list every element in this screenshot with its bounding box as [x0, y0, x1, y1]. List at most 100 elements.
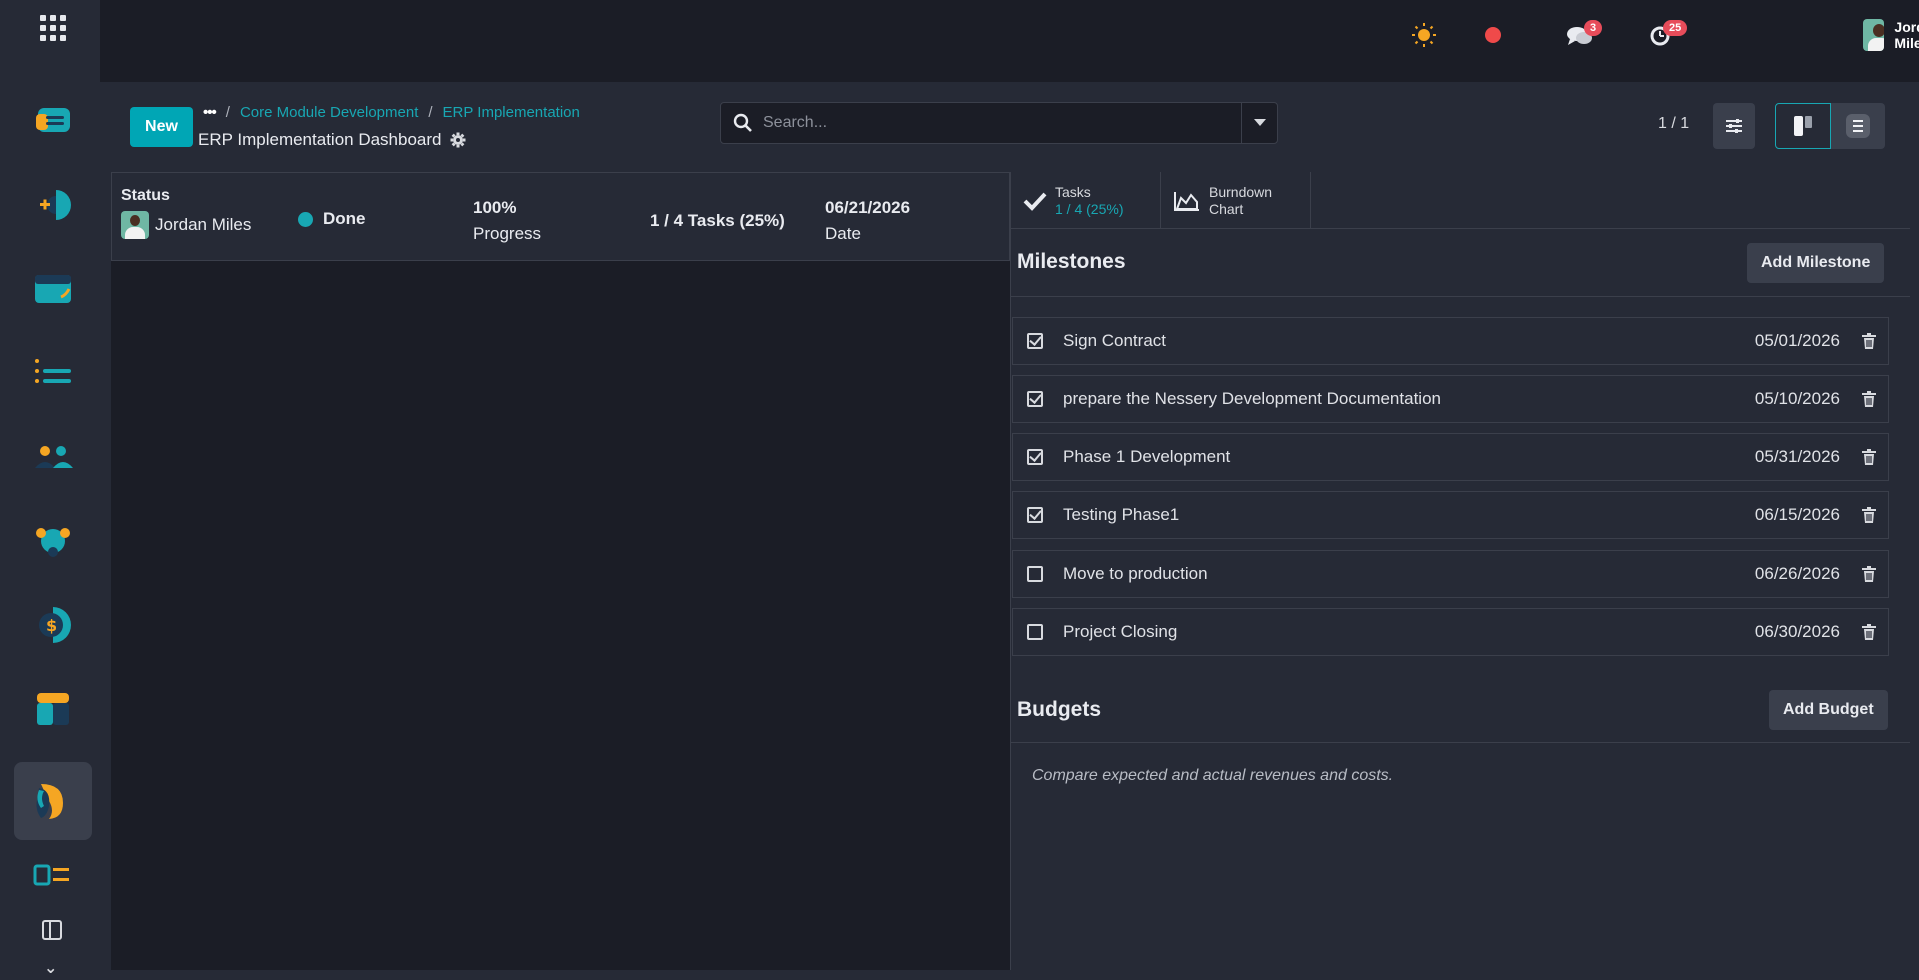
trash-icon[interactable] [1862, 333, 1876, 349]
milestone-row[interactable]: Project Closing 06/30/2026 [1012, 608, 1889, 656]
milestone-row[interactable]: Sign Contract 05/01/2026 [1012, 317, 1889, 365]
milestone-date[interactable]: 05/01/2026 [1755, 331, 1840, 351]
date-stat: 06/21/2026 Date [825, 195, 910, 247]
trash-icon[interactable] [1862, 507, 1876, 523]
view-settings-button[interactable] [1713, 103, 1755, 149]
project-dashboard-panel: Tasks 1 / 4 (25%) Burndown Chart Milesto… [1010, 172, 1910, 970]
milestone-date[interactable]: 06/15/2026 [1755, 505, 1840, 525]
milestone-date[interactable]: 05/31/2026 [1755, 447, 1840, 467]
checkbox-checked-icon[interactable] [1027, 391, 1043, 407]
trash-icon[interactable] [1862, 566, 1876, 582]
checkmark-icon [1023, 192, 1047, 211]
checkbox-checked-icon[interactable] [1027, 449, 1043, 465]
status-state[interactable]: Done [298, 209, 366, 229]
sidebar-app-todo[interactable] [14, 334, 92, 412]
activities-badge: 25 [1663, 20, 1688, 36]
tab-tasks-label: Tasks [1055, 183, 1091, 200]
calendar-app-icon [35, 275, 71, 303]
user-menu[interactable]: Jordan Miles [1863, 19, 1919, 51]
search-options-toggle[interactable] [1241, 103, 1277, 143]
add-budget-button[interactable]: Add Budget [1769, 690, 1888, 730]
milestone-row[interactable]: Phase 1 Development 05/31/2026 [1012, 433, 1889, 481]
milestone-name[interactable]: Move to production [1063, 564, 1755, 584]
milestone-name[interactable]: Testing Phase1 [1063, 505, 1755, 525]
search-input[interactable] [763, 114, 1243, 132]
chevron-double-down-icon[interactable]: ⌄ [44, 958, 57, 978]
add-milestone-button[interactable]: Add Milestone [1747, 243, 1885, 283]
checkbox-unchecked-icon[interactable] [1027, 566, 1043, 582]
sidebar-app-employees[interactable] [14, 502, 92, 580]
milestone-name[interactable]: Sign Contract [1063, 331, 1755, 351]
avatar [121, 211, 149, 239]
breadcrumb-separator: / [225, 104, 230, 121]
project-app-icon [36, 784, 63, 819]
sidebar-app-more-apps[interactable] [14, 838, 92, 916]
form-view-icon [1794, 116, 1812, 136]
activities-menu[interactable]: 25 [1649, 20, 1688, 52]
breadcrumb-core-module[interactable]: Core Module Development [240, 104, 418, 121]
apps-menu-icon[interactable] [40, 15, 66, 41]
milestone-row[interactable]: Move to production 06/26/2026 [1012, 550, 1889, 598]
checkbox-checked-icon[interactable] [1027, 333, 1043, 349]
caret-down-icon [1253, 119, 1266, 126]
breadcrumb-more-icon[interactable]: ••• [203, 104, 217, 121]
sidebar-app-contacts[interactable] [14, 418, 92, 496]
top-navbar: 3 25 Jordan Miles [100, 0, 1919, 82]
new-button[interactable]: New [130, 107, 193, 147]
inventory-app-icon [37, 693, 69, 725]
sidebar-app-calendar[interactable] [14, 250, 92, 328]
budgets-title: Budgets [1017, 698, 1101, 721]
messages-menu[interactable]: 3 [1566, 20, 1603, 53]
progress-stat: 100% Progress [473, 195, 541, 247]
tasks-value: 1 / 4 Tasks (25%) [650, 211, 785, 230]
milestone-name[interactable]: Project Closing [1063, 622, 1755, 642]
milestone-date[interactable]: 05/10/2026 [1755, 389, 1840, 409]
contacts-app-icon [35, 446, 73, 468]
sidebar-app-inventory[interactable] [14, 670, 92, 748]
gear-icon[interactable] [450, 132, 466, 148]
sidebar-toggle-icon[interactable] [42, 920, 62, 940]
page-title-row: ERP Implementation Dashboard [198, 130, 466, 150]
checkbox-checked-icon[interactable] [1027, 507, 1043, 523]
apps-list-icon [33, 864, 69, 886]
sidebar-app-crm[interactable] [14, 166, 92, 244]
tab-tasks-count: 1 / 4 (25%) [1055, 200, 1124, 217]
milestone-name[interactable]: Phase 1 Development [1063, 447, 1755, 467]
page-title: ERP Implementation Dashboard [198, 130, 442, 149]
trash-icon[interactable] [1862, 624, 1876, 640]
status-dot-icon [298, 211, 313, 227]
control-panel: New ••• / Core Module Development / ERP … [105, 82, 1919, 172]
dashboard-tabs: Tasks 1 / 4 (25%) Burndown Chart [1011, 172, 1910, 229]
milestone-name[interactable]: prepare the Nessery Development Document… [1063, 389, 1755, 409]
tab-burndown-line2: Chart [1209, 200, 1244, 217]
sun-icon[interactable] [1411, 22, 1437, 48]
record-dot-icon[interactable] [1484, 26, 1502, 44]
view-switcher [1775, 103, 1885, 149]
tab-tasks[interactable]: Tasks 1 / 4 (25%) [1011, 172, 1161, 229]
employees-app-icon [36, 528, 70, 557]
kanban-view-button[interactable] [1775, 103, 1831, 149]
tab-burndown-chart[interactable]: Burndown Chart [1161, 172, 1311, 229]
sidebar-app-project[interactable] [14, 762, 92, 840]
user-name: Jordan Miles [1894, 19, 1919, 51]
sidebar-app-accounting[interactable]: $ [14, 586, 92, 664]
crm-app-icon [40, 190, 71, 220]
list-view-button[interactable] [1831, 103, 1885, 149]
trash-icon[interactable] [1862, 391, 1876, 407]
accounting-app-icon: $ [39, 607, 71, 643]
search-bar [720, 102, 1278, 144]
milestone-date[interactable]: 06/30/2026 [1755, 622, 1840, 642]
status-user[interactable]: Jordan Miles [121, 211, 251, 239]
breadcrumb-erp-implementation[interactable]: ERP Implementation [443, 104, 580, 121]
sliders-icon [1726, 119, 1742, 133]
checkbox-unchecked-icon[interactable] [1027, 624, 1043, 640]
tab-burndown-line1: Burndown [1209, 183, 1273, 200]
milestone-row[interactable]: Testing Phase1 06/15/2026 [1012, 491, 1889, 539]
milestone-row[interactable]: prepare the Nessery Development Document… [1012, 375, 1889, 423]
sidebar-app-discuss[interactable] [14, 82, 92, 160]
pager-value[interactable]: 1 / 1 [1658, 115, 1689, 133]
breadcrumb: ••• / Core Module Development / ERP Impl… [203, 104, 580, 121]
trash-icon[interactable] [1862, 449, 1876, 465]
status-state-label: Done [323, 209, 366, 228]
milestone-date[interactable]: 06/26/2026 [1755, 564, 1840, 584]
